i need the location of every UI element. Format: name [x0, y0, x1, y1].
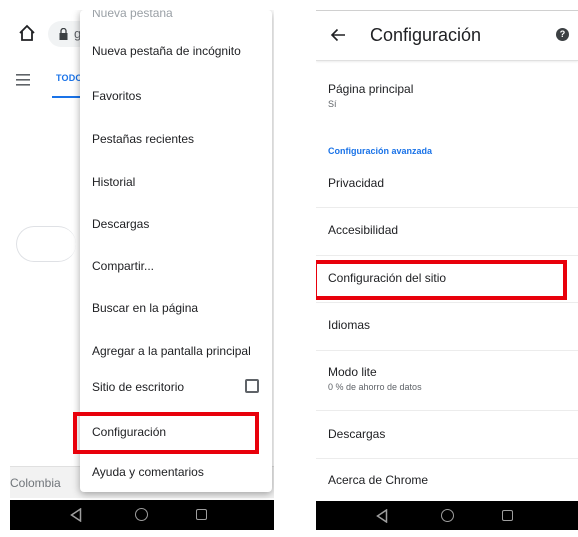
divider [316, 410, 578, 411]
nav-recent-icon[interactable] [502, 510, 513, 521]
hamburger-icon[interactable] [16, 73, 32, 87]
section-header-advanced: Configuración avanzada [328, 146, 433, 156]
home-icon[interactable] [18, 24, 36, 42]
divider [316, 458, 578, 459]
settings-item-downloads[interactable]: Descargas [328, 427, 385, 441]
menu-item-add-to-home[interactable]: Agregar a la pantalla principal [92, 340, 251, 362]
menu-item-desktop-site[interactable]: Sitio de escritorio [92, 376, 184, 398]
settings-app-bar: Configuración ? [316, 11, 578, 61]
checkbox-icon[interactable] [245, 379, 259, 393]
lite-mode-status: 0 % de ahorro de datos [328, 382, 422, 392]
nav-back-icon[interactable] [70, 508, 82, 522]
divider [316, 302, 578, 303]
settings-item-about-chrome[interactable]: Acerca de Chrome [328, 473, 428, 487]
highlight-box-settings [73, 412, 259, 454]
menu-item-new-tab[interactable]: Nueva pestaña [92, 10, 173, 24]
menu-item-share[interactable]: Compartir... [92, 255, 154, 277]
menu-item-help-feedback[interactable]: Ayuda y comentarios [92, 461, 204, 483]
country-label: Colombia [10, 476, 61, 490]
menu-item-find-in-page[interactable]: Buscar en la página [92, 297, 198, 319]
menu-item-history[interactable]: Historial [92, 171, 135, 193]
android-nav-bar [316, 501, 578, 530]
left-phone-screen: g TODO Colombia Nueva pestaña Nueva pest… [10, 10, 274, 530]
menu-item-downloads[interactable]: Descargas [92, 213, 149, 235]
tab-todo[interactable]: TODO [56, 73, 83, 83]
settings-item-home-page[interactable]: Página principal [328, 82, 413, 96]
divider [316, 207, 578, 208]
search-input[interactable] [16, 226, 76, 262]
menu-item-bookmarks[interactable]: Favoritos [92, 85, 141, 107]
nav-recent-icon[interactable] [196, 509, 207, 520]
settings-item-privacy[interactable]: Privacidad [328, 176, 384, 190]
right-phone-screen: Configuración ? Página principal Sí Conf… [316, 10, 578, 530]
settings-item-languages[interactable]: Idiomas [328, 318, 370, 332]
divider [316, 255, 578, 256]
help-icon[interactable]: ? [556, 28, 569, 41]
settings-item-lite-mode[interactable]: Modo lite [328, 365, 377, 379]
menu-item-incognito[interactable]: Nueva pestaña de incógnito [92, 40, 241, 62]
highlight-box-site-settings [316, 260, 567, 300]
nav-home-icon[interactable] [441, 509, 454, 522]
nav-back-icon[interactable] [376, 509, 388, 523]
lock-icon [59, 28, 68, 40]
page-title: Configuración [370, 25, 482, 45]
divider [316, 350, 578, 351]
menu-item-recent-tabs[interactable]: Pestañas recientes [92, 128, 194, 150]
nav-home-icon[interactable] [135, 508, 148, 521]
home-page-value: Sí [328, 99, 337, 109]
android-nav-bar [10, 500, 274, 530]
back-arrow-icon[interactable] [330, 27, 346, 43]
settings-item-accessibility[interactable]: Accesibilidad [328, 223, 398, 237]
